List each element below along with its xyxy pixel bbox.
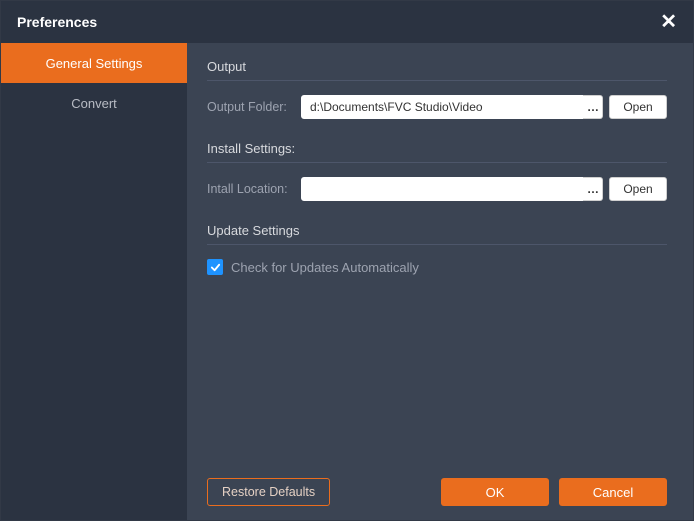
divider <box>207 162 667 163</box>
install-location-row: Intall Location: … Open <box>207 177 667 201</box>
output-folder-field: d:\Documents\FVC Studio\Video … <box>301 95 603 119</box>
footer: Restore Defaults OK Cancel <box>207 464 667 506</box>
dialog-title: Preferences <box>17 14 97 30</box>
install-location-input[interactable] <box>301 177 589 201</box>
sidebar-tab-label: Convert <box>71 96 117 111</box>
install-location-field: … <box>301 177 603 201</box>
ok-button[interactable]: OK <box>441 478 549 506</box>
open-install-button[interactable]: Open <box>609 177 667 201</box>
section-title-install: Install Settings: <box>207 141 667 156</box>
divider <box>207 244 667 245</box>
section-title-update: Update Settings <box>207 223 667 238</box>
titlebar: Preferences ✕ <box>1 1 693 43</box>
install-location-field-wrap: … Open <box>301 177 667 201</box>
output-folder-input[interactable]: d:\Documents\FVC Studio\Video <box>301 95 589 119</box>
sidebar-tab-label: General Settings <box>46 56 143 71</box>
browse-output-button[interactable]: … <box>583 95 603 119</box>
auto-update-label: Check for Updates Automatically <box>231 260 419 275</box>
install-location-label: Intall Location: <box>207 182 301 196</box>
output-folder-label: Output Folder: <box>207 100 301 114</box>
auto-update-row: Check for Updates Automatically <box>207 259 667 275</box>
open-output-button[interactable]: Open <box>609 95 667 119</box>
content-panel: Output Output Folder: d:\Documents\FVC S… <box>187 43 693 520</box>
output-folder-field-wrap: d:\Documents\FVC Studio\Video … Open <box>301 95 667 119</box>
browse-install-button[interactable]: … <box>583 177 603 201</box>
cancel-button[interactable]: Cancel <box>559 478 667 506</box>
sidebar-tab-convert[interactable]: Convert <box>1 83 187 123</box>
divider <box>207 80 667 81</box>
preferences-dialog: Preferences ✕ General Settings Convert O… <box>0 0 694 521</box>
auto-update-checkbox[interactable] <box>207 259 223 275</box>
check-icon <box>210 262 221 273</box>
restore-defaults-button[interactable]: Restore Defaults <box>207 478 330 506</box>
output-folder-row: Output Folder: d:\Documents\FVC Studio\V… <box>207 95 667 119</box>
sidebar-tab-general[interactable]: General Settings <box>1 43 187 83</box>
sidebar: General Settings Convert <box>1 43 187 520</box>
section-title-output: Output <box>207 59 667 74</box>
close-icon[interactable]: ✕ <box>660 12 677 32</box>
dialog-body: General Settings Convert Output Output F… <box>1 43 693 520</box>
